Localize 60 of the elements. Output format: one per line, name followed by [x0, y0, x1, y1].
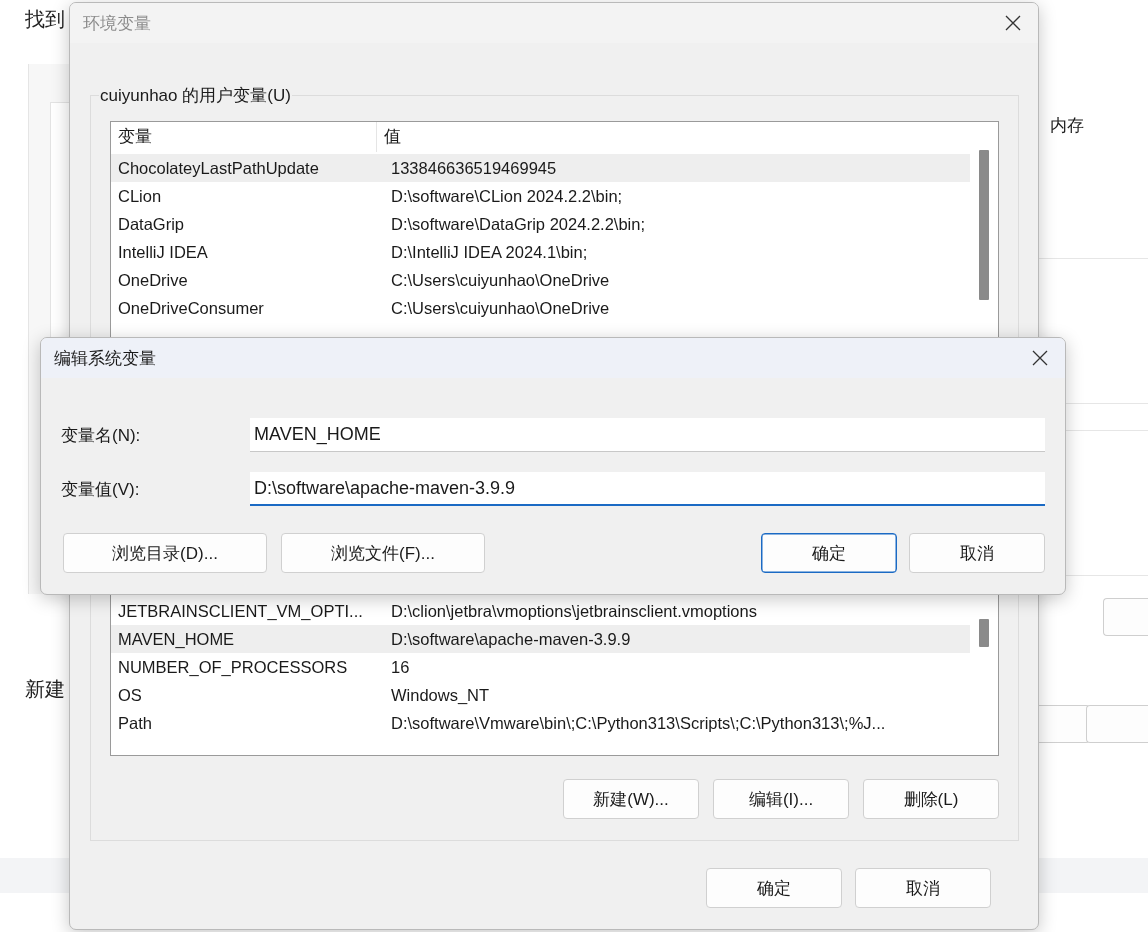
variable-name: OneDriveConsumer [117, 298, 265, 318]
variable-row[interactable]: CLion D:\software\CLion 2024.2.2\bin; [111, 182, 970, 210]
variable-row[interactable]: DataGrip D:\software\DataGrip 2024.2.2\bin; [111, 210, 970, 238]
browse-button[interactable]: 浏览目录(D)... [63, 533, 267, 573]
scrollbar-thumb[interactable] [979, 150, 989, 300]
group-label: cuiyunhao 的用户变量(U) [99, 84, 292, 107]
close-icon[interactable] [1032, 350, 1048, 366]
variable-row[interactable]: OneDriveConsumer C:\Users\cuiyunhao\OneDrive [111, 294, 970, 322]
cancel-button[interactable]: 取消 [855, 868, 991, 908]
variable-name: OneDrive [117, 270, 189, 290]
partial-button[interactable] [1103, 598, 1148, 636]
page-heading: 新建 [25, 677, 65, 702]
variable-value: 16 [390, 657, 411, 677]
variable-row[interactable]: JETBRAINSCLIENT_VM_OPTI... D:\clion\jetbra\vmoptions\jetbrainsclient.vmoptions [111, 597, 970, 625]
ok-button[interactable]: 确定 [706, 868, 842, 908]
variable-name: MAVEN_HOME [117, 629, 236, 649]
variable-row[interactable]: IntelliJ IDEA D:\IntelliJ IDEA 2024.1\bin; [111, 238, 970, 266]
field-label: 变量名(N): [61, 424, 142, 447]
variable-value: D:\clion\jetbra\vmoptions\jetbrainsclient.vmoptions [390, 601, 758, 621]
variable-name: NUMBER_OF_PROCESSORS [117, 657, 349, 677]
variable-value: D:\software\Vmware\bin\;C:\Python313\Scripts\;C:\Python313\;%J... [390, 713, 887, 733]
variable-row[interactable]: Path D:\software\Vmware\bin\;C:\Python313\Scripts\;C:\Python313\;%J... [111, 709, 970, 737]
memory-text: 内存 [1050, 115, 1084, 137]
variable-row[interactable]: NUMBER_OF_PROCESSORS 16 [111, 653, 970, 681]
text-field[interactable]: D:\software\apache-maven-3.9.9 [250, 472, 1045, 506]
variable-name: OS [117, 685, 143, 705]
partial-button[interactable] [1086, 705, 1148, 743]
variable-value: D:\IntelliJ IDEA 2024.1\bin; [390, 242, 589, 262]
window-title: 环境变量 [83, 12, 151, 35]
close-icon[interactable] [1005, 15, 1021, 31]
delete-button[interactable]: 删除(L) [863, 779, 999, 819]
variable-row[interactable]: OS Windows_NT [111, 681, 970, 709]
ok-button[interactable]: 确定 [761, 533, 897, 573]
page-heading: 找到 [25, 7, 65, 32]
text-field[interactable]: MAVEN_HOME [250, 418, 1045, 452]
variable-value: C:\Users\cuiyunhao\OneDrive [390, 270, 611, 290]
variable-name: JETBRAINSCLIENT_VM_OPTI... [117, 601, 364, 621]
new-button[interactable]: 新建(W)... [563, 779, 699, 819]
window-title: 编辑系统变量 [54, 347, 156, 370]
scrollbar-thumb[interactable] [979, 619, 989, 647]
variable-name: Path [117, 713, 153, 733]
variable-value: Windows_NT [390, 685, 491, 705]
edit-button[interactable]: 编辑(I)... [713, 779, 849, 819]
variable-row[interactable]: ChocolateyLastPathUpdate 133846636519469945 [111, 154, 970, 182]
variable-name: CLion [117, 186, 163, 206]
column-header[interactable]: 变量 [111, 122, 377, 152]
variable-name: IntelliJ IDEA [117, 242, 209, 262]
variable-value: D:\software\DataGrip 2024.2.2\bin; [390, 214, 647, 234]
variable-row[interactable]: OneDrive C:\Users\cuiyunhao\OneDrive [111, 266, 970, 294]
browse-button[interactable]: 浏览文件(F)... [281, 533, 485, 573]
variable-value: 133846636519469945 [390, 158, 558, 178]
variable-value: C:\Users\cuiyunhao\OneDrive [390, 298, 611, 318]
variable-name: DataGrip [117, 214, 186, 234]
variable-name: ChocolateyLastPathUpdate [117, 158, 320, 178]
column-header[interactable]: 值 [377, 126, 970, 148]
variable-row[interactable]: MAVEN_HOME D:\software\apache-maven-3.9.9 [111, 625, 970, 653]
variable-value: D:\software\apache-maven-3.9.9 [390, 629, 632, 649]
field-label: 变量值(V): [61, 478, 141, 501]
variable-value: D:\software\CLion 2024.2.2\bin; [390, 186, 624, 206]
cancel-button[interactable]: 取消 [909, 533, 1045, 573]
